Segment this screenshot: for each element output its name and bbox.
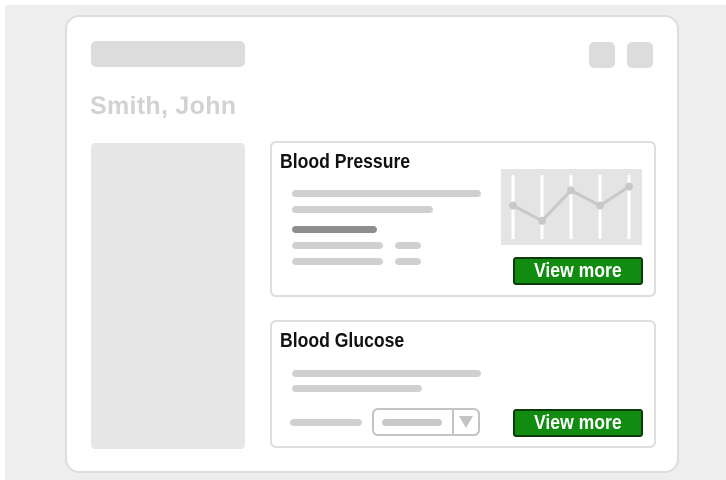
text-placeholder <box>292 206 433 213</box>
text-placeholder <box>292 190 481 197</box>
card-title: Blood Glucose <box>280 330 405 352</box>
blood-pressure-sparkline <box>501 169 642 245</box>
window-title-placeholder <box>91 41 245 67</box>
sparkline-point <box>596 201 604 210</box>
window-button-placeholder[interactable] <box>627 42 653 68</box>
text-placeholder <box>395 258 421 265</box>
range-select[interactable] <box>372 408 480 436</box>
text-placeholder <box>395 242 421 249</box>
window-button-placeholder[interactable] <box>589 42 615 68</box>
card-title: Blood Pressure <box>280 151 411 173</box>
blood-pressure-card: Blood Pressure View more <box>270 141 656 297</box>
text-placeholder <box>292 258 383 265</box>
sparkline-point <box>538 216 546 225</box>
text-placeholder <box>292 370 481 377</box>
text-placeholder <box>290 419 362 426</box>
sparkline-point <box>509 201 517 210</box>
text-placeholder <box>292 385 422 392</box>
view-more-label: View more <box>534 259 622 282</box>
blood-glucose-card: Blood Glucose View more <box>270 320 656 448</box>
sparkline-point <box>567 186 575 195</box>
text-placeholder <box>292 226 377 233</box>
patient-window: Smith, John Blood Pressure View more Blo… <box>65 15 679 473</box>
view-more-button[interactable]: View more <box>513 409 643 437</box>
select-value-placeholder <box>382 419 442 426</box>
view-more-button[interactable]: View more <box>513 257 643 285</box>
view-more-label: View more <box>534 411 622 434</box>
patient-name: Smith, John <box>90 92 237 120</box>
sidebar-placeholder <box>91 143 245 449</box>
text-placeholder <box>292 242 383 249</box>
sparkline-chart <box>509 175 633 239</box>
triangle-down-icon[interactable] <box>452 410 478 434</box>
sparkline-point <box>625 182 633 191</box>
